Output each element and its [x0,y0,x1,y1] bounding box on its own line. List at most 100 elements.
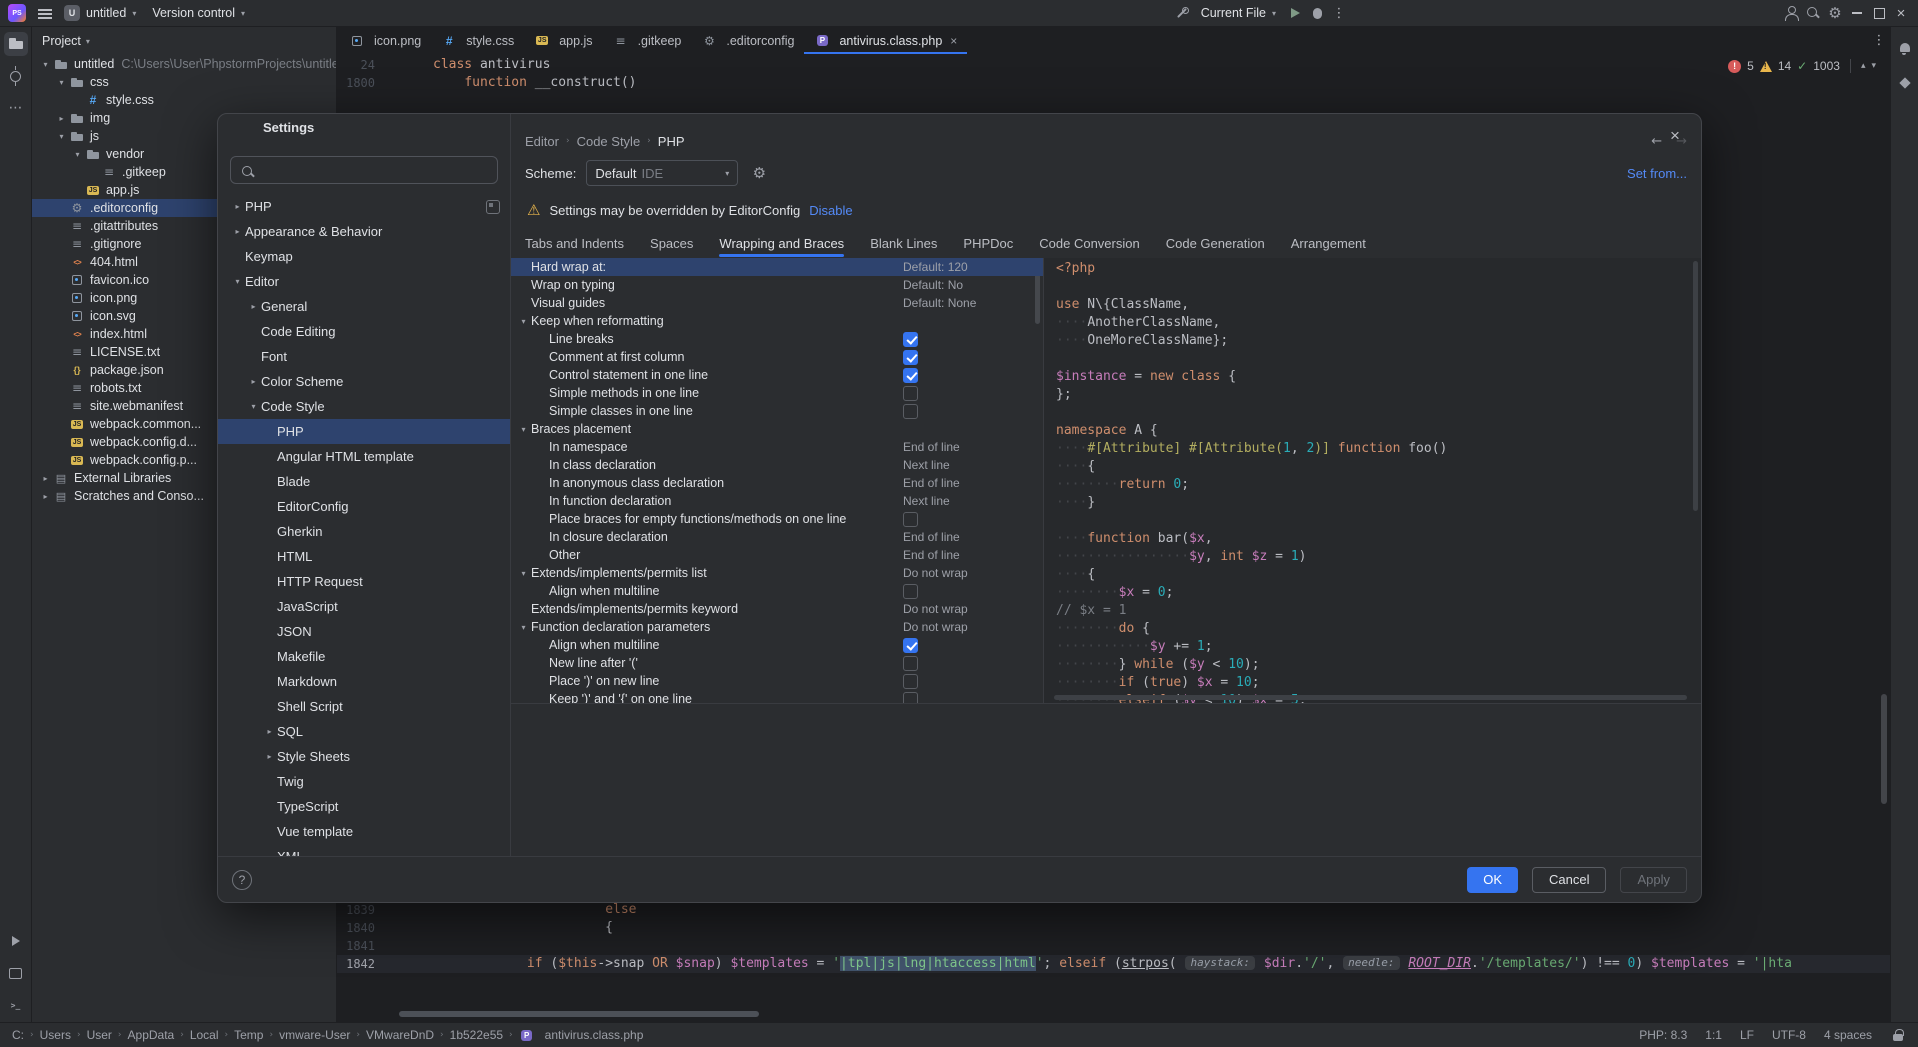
close-icon[interactable] [950,34,957,48]
option-align-when-multiline[interactable]: Align when multiline [511,636,1043,654]
chevron-down-icon[interactable] [54,78,69,87]
editor-tab-app-js[interactable]: app.js [524,27,602,54]
lock-icon[interactable] [1890,1027,1906,1043]
settings-item-editorconfig[interactable]: EditorConfig [218,494,510,519]
settings-item-editor[interactable]: Editor [218,269,510,294]
checkbox[interactable] [903,350,918,365]
settings-item-appearance-behavior[interactable]: Appearance & Behavior [218,219,510,244]
breadcrumb-item[interactable]: PHP [658,134,685,149]
disable-link[interactable]: Disable [809,203,852,218]
checkbox[interactable] [903,674,918,689]
option-new-line-after[interactable]: New line after '(' [511,654,1043,672]
settings-item-html[interactable]: HTML [218,544,510,569]
settings-item-php[interactable]: PHP [218,419,510,444]
option-hard-wrap-at[interactable]: Hard wrap at:Default: 120 [511,258,1043,276]
checkbox[interactable] [903,404,918,419]
run-tool-window-icon[interactable] [4,929,28,953]
settings-item-xml[interactable]: XML [218,844,510,856]
terminal-tool-window-icon[interactable] [4,993,28,1017]
settings-item-color-scheme[interactable]: Color Scheme [218,369,510,394]
option-simple-methods-in-one-line[interactable]: Simple methods in one line [511,384,1043,402]
chevron-right-icon[interactable] [38,492,53,501]
user-account-icon[interactable] [1780,2,1802,24]
status-breadcrumb-item[interactable]: Temp [234,1028,263,1042]
run-configuration-widget[interactable]: Current File [1193,1,1284,25]
set-from-link[interactable]: Set from... [1627,166,1687,181]
option-other[interactable]: OtherEnd of line [511,546,1043,564]
scheme-gear-icon[interactable] [748,162,770,184]
tree-item-style-css[interactable]: style.css [32,91,336,109]
chevron-down-icon[interactable] [516,623,531,632]
project-tool-window-icon[interactable] [4,32,28,56]
status-widget-lf[interactable]: LF [1740,1028,1754,1042]
inspections-widget[interactable]: 5 14 1003 [1728,59,1876,73]
tree-item-untitled[interactable]: untitledC:\Users\User\PhpstormProjects\u… [32,55,336,73]
status-breadcrumb-item[interactable]: Users [40,1028,71,1042]
chevron-right-icon[interactable] [262,727,277,736]
checkbox[interactable] [903,584,918,599]
settings-item-javascript[interactable]: JavaScript [218,594,510,619]
chevron-down-icon[interactable] [516,569,531,578]
checkbox[interactable] [903,386,918,401]
option-keep-and-on-one-line[interactable]: Keep ')' and '{' on one line [511,690,1043,703]
settings-item-gherkin[interactable]: Gherkin [218,519,510,544]
settings-item-sql[interactable]: SQL [218,719,510,744]
settings-item-http-request[interactable]: HTTP Request [218,569,510,594]
commit-tool-window-icon[interactable] [4,64,28,88]
option-in-class-declaration[interactable]: In class declarationNext line [511,456,1043,474]
checkbox[interactable] [903,656,918,671]
window-maximize-icon[interactable] [1868,2,1890,24]
chevron-down-icon[interactable] [246,402,261,411]
ok-button[interactable]: OK [1467,867,1518,893]
chevron-right-icon[interactable] [246,377,261,386]
more-tool-windows-icon[interactable] [4,96,28,120]
editor-tab-icon-png[interactable]: icon.png [339,27,431,54]
tab-spaces[interactable]: Spaces [650,228,693,258]
settings-item-blade[interactable]: Blade [218,469,510,494]
chevron-down-icon[interactable] [1871,61,1876,71]
option-control-statement-in-one-line[interactable]: Control statement in one line [511,366,1043,384]
status-breadcrumb-item[interactable]: AppData [128,1028,175,1042]
option-place-on-new-line[interactable]: Place ')' on new line [511,672,1043,690]
project-panel-header[interactable]: Project [32,27,336,55]
settings-item-makefile[interactable]: Makefile [218,644,510,669]
option-visual-guides[interactable]: Visual guidesDefault: None [511,294,1043,312]
breadcrumb-item[interactable]: Editor [525,134,559,149]
ai-assistant-icon[interactable] [1893,71,1917,95]
settings-item-markdown[interactable]: Markdown [218,669,510,694]
checkbox[interactable] [903,368,918,383]
status-breadcrumb-item[interactable]: User [87,1028,112,1042]
chevron-down-icon[interactable] [516,425,531,434]
services-tool-window-icon[interactable] [4,961,28,985]
editor-tab-antivirus-class-php[interactable]: antivirus.class.php [804,27,967,54]
status-breadcrumb-item[interactable]: C: [12,1028,24,1042]
option-wrap-on-typing[interactable]: Wrap on typingDefault: No [511,276,1043,294]
status-widget-4-spaces[interactable]: 4 spaces [1824,1028,1872,1042]
search-everywhere-icon[interactable] [1802,2,1824,24]
tab-wrapping-and-braces[interactable]: Wrapping and Braces [719,228,844,258]
checkbox[interactable] [903,512,918,527]
settings-item-json[interactable]: JSON [218,619,510,644]
horizontal-scrollbar[interactable] [399,1011,759,1017]
editor-tab-editorconfig[interactable]: .editorconfig [691,27,804,54]
option-in-anonymous-class-declaration[interactable]: In anonymous class declarationEnd of lin… [511,474,1043,492]
run-button-icon[interactable] [1284,2,1306,24]
editor-tab-gitkeep[interactable]: .gitkeep [603,27,692,54]
settings-item-general[interactable]: General [218,294,510,319]
preview-vertical-scrollbar[interactable] [1693,261,1698,511]
tab-tabs-and-indents[interactable]: Tabs and Indents [525,228,624,258]
settings-item-typescript[interactable]: TypeScript [218,794,510,819]
checkbox[interactable] [903,638,918,653]
breadcrumb-item[interactable]: Code Style [577,134,641,149]
tab-blank-lines[interactable]: Blank Lines [870,228,937,258]
status-breadcrumb-item[interactable]: 1b522e55 [450,1028,503,1042]
chevron-down-icon[interactable] [230,277,245,286]
main-menu-icon[interactable] [34,2,56,24]
settings-filter-icon[interactable] [486,200,500,214]
chevron-down-icon[interactable] [70,150,85,159]
settings-item-style-sheets[interactable]: Style Sheets [218,744,510,769]
notifications-icon[interactable] [1893,35,1917,59]
option-in-function-declaration[interactable]: In function declarationNext line [511,492,1043,510]
chevron-down-icon[interactable] [38,60,53,69]
tab-code-conversion[interactable]: Code Conversion [1039,228,1139,258]
